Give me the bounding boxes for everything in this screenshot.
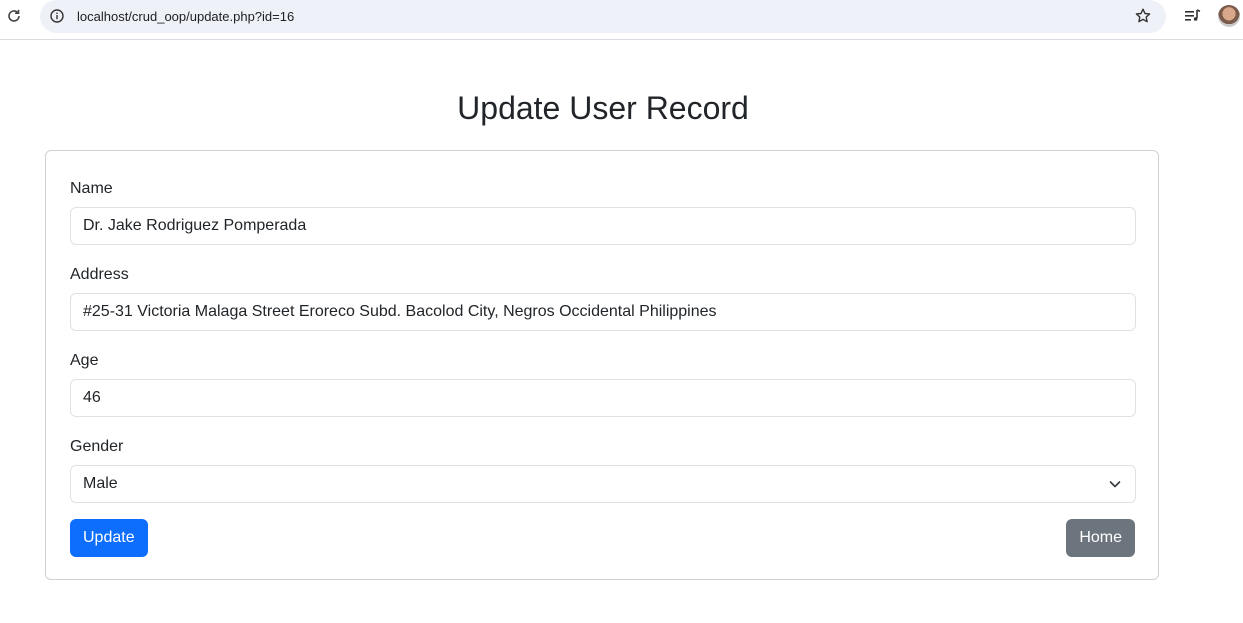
profile-avatar[interactable] (1218, 5, 1240, 27)
url-text[interactable]: localhost/crud_oop/update.php?id=16 (77, 8, 294, 25)
name-label: Name (70, 180, 113, 197)
address-label: Address (70, 266, 129, 283)
age-label: Age (70, 352, 99, 369)
gender-selected-value[interactable]: Male (70, 465, 1136, 503)
media-queue-icon[interactable] (1183, 7, 1201, 25)
gender-label: Gender (70, 438, 124, 455)
browser-toolbar: localhost/crud_oop/update.php?id=16 (0, 0, 1243, 40)
page-title: Update User Record (457, 90, 749, 126)
address-bar[interactable]: localhost/crud_oop/update.php?id=16 (40, 0, 1166, 33)
site-info-icon[interactable] (49, 8, 65, 24)
update-form-card: Name Address Age Gender Male Update Home (45, 150, 1159, 580)
home-button[interactable]: Home (1066, 519, 1135, 557)
address-input[interactable] (70, 293, 1136, 331)
reload-icon[interactable] (5, 7, 23, 25)
bookmark-star-icon[interactable] (1134, 7, 1152, 25)
update-button[interactable]: Update (70, 519, 148, 557)
age-input[interactable] (70, 379, 1136, 417)
chevron-down-icon (1108, 477, 1122, 491)
gender-select[interactable]: Male (70, 465, 1136, 503)
name-input[interactable] (70, 207, 1136, 245)
